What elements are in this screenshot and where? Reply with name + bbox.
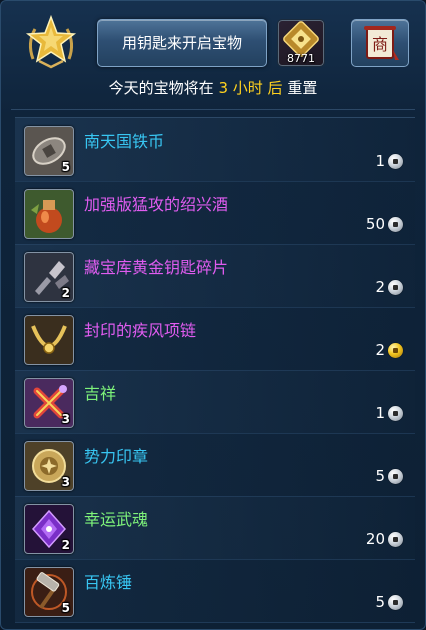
rank-star-icon bbox=[25, 14, 77, 69]
item-name: 藏宝库黄金钥匙碎片 bbox=[84, 258, 229, 277]
lucky-charm-icon: 3 bbox=[24, 378, 74, 428]
item-price: 5 bbox=[375, 467, 403, 485]
shop-button[interactable]: 商 bbox=[351, 19, 409, 67]
gold-coin-icon bbox=[388, 342, 403, 358]
list-item[interactable]: 封印的疾风项链 2 bbox=[15, 307, 415, 371]
list-item[interactable]: 5 百炼锤 5 bbox=[15, 559, 415, 623]
silver-coin-icon bbox=[388, 405, 403, 421]
wine-jar-icon bbox=[24, 189, 74, 239]
item-price: 2 bbox=[375, 278, 403, 296]
list-item[interactable]: 2 藏宝库黄金钥匙碎片 2 bbox=[15, 244, 415, 308]
item-name: 幸运武魂 bbox=[84, 510, 149, 529]
price-value: 50 bbox=[365, 215, 385, 233]
key-fragment-icon: 2 bbox=[24, 252, 74, 302]
silver-coin-icon bbox=[388, 594, 403, 610]
reset-timer-text: 今天的宝物将在 3 小时 后 重置 bbox=[1, 77, 425, 98]
hammer-icon: 5 bbox=[24, 567, 74, 617]
item-name: 吉祥 bbox=[84, 384, 117, 403]
treasure-item-list: 5 南天国铁币 1 加强版猛攻的绍兴酒 50 2 藏宝库黄金钥匙碎片 2 封印的… bbox=[15, 117, 415, 629]
silver-coin-icon bbox=[388, 153, 403, 169]
item-price: 1 bbox=[375, 404, 403, 422]
necklace-icon bbox=[24, 315, 74, 365]
list-item[interactable]: 3 吉祥 1 bbox=[15, 370, 415, 434]
icon-count: 2 bbox=[61, 538, 70, 552]
header-divider bbox=[11, 109, 415, 110]
item-name: 加强版猛攻的绍兴酒 bbox=[84, 195, 229, 214]
silver-coin-icon bbox=[388, 531, 403, 547]
item-price: 2 bbox=[375, 341, 403, 359]
faction-seal-icon: 3 bbox=[24, 441, 74, 491]
price-value: 5 bbox=[375, 593, 385, 611]
item-name: 南天国铁币 bbox=[84, 132, 165, 151]
icon-count: 2 bbox=[61, 286, 70, 300]
price-value: 2 bbox=[375, 341, 385, 359]
treasure-header: 用钥匙来开启宝物 8771 商 今天的宝物将在 3 小时 后 重置 bbox=[1, 1, 425, 111]
item-name: 封印的疾风项链 bbox=[84, 321, 197, 340]
item-name: 百炼锤 bbox=[84, 573, 133, 592]
key-count: 8771 bbox=[287, 52, 315, 65]
price-value: 2 bbox=[375, 278, 385, 296]
price-value: 1 bbox=[375, 404, 385, 422]
item-price: 5 bbox=[375, 593, 403, 611]
lucky-soul-gem-icon: 2 bbox=[24, 504, 74, 554]
reset-hours: 3 小时 后 bbox=[218, 79, 283, 97]
silver-coin-icon bbox=[388, 279, 403, 295]
icon-count: 3 bbox=[61, 475, 70, 489]
reset-prefix: 今天的宝物将在 bbox=[108, 79, 214, 97]
price-value: 1 bbox=[375, 152, 385, 170]
shop-scroll-icon: 商 bbox=[364, 26, 399, 60]
svg-text:商: 商 bbox=[372, 35, 388, 54]
item-price: 20 bbox=[366, 530, 403, 548]
item-price: 50 bbox=[366, 215, 403, 233]
icon-count: 5 bbox=[61, 160, 70, 174]
list-item[interactable]: 3 势力印章 5 bbox=[15, 433, 415, 497]
icon-count: 5 bbox=[61, 601, 70, 615]
open-with-key-button[interactable]: 用钥匙来开启宝物 bbox=[97, 19, 267, 67]
price-value: 5 bbox=[375, 467, 385, 485]
reset-suffix: 重置 bbox=[287, 79, 318, 97]
iron-coin-icon: 5 bbox=[24, 126, 74, 176]
price-value: 20 bbox=[365, 530, 385, 548]
key-item-slot[interactable]: 8771 bbox=[277, 19, 325, 67]
silver-coin-icon bbox=[388, 468, 403, 484]
list-item[interactable]: 加强版猛攻的绍兴酒 50 bbox=[15, 181, 415, 245]
item-name: 势力印章 bbox=[84, 447, 149, 466]
item-price: 1 bbox=[375, 152, 403, 170]
list-item[interactable]: 5 南天国铁币 1 bbox=[15, 118, 415, 182]
icon-count: 3 bbox=[61, 412, 70, 426]
list-item[interactable]: 2 幸运武魂 20 bbox=[15, 496, 415, 560]
treasure-window: 用钥匙来开启宝物 8771 商 今天的宝物将在 3 小时 后 重置 5 南天国铁… bbox=[0, 0, 426, 630]
silver-coin-icon bbox=[388, 216, 403, 232]
